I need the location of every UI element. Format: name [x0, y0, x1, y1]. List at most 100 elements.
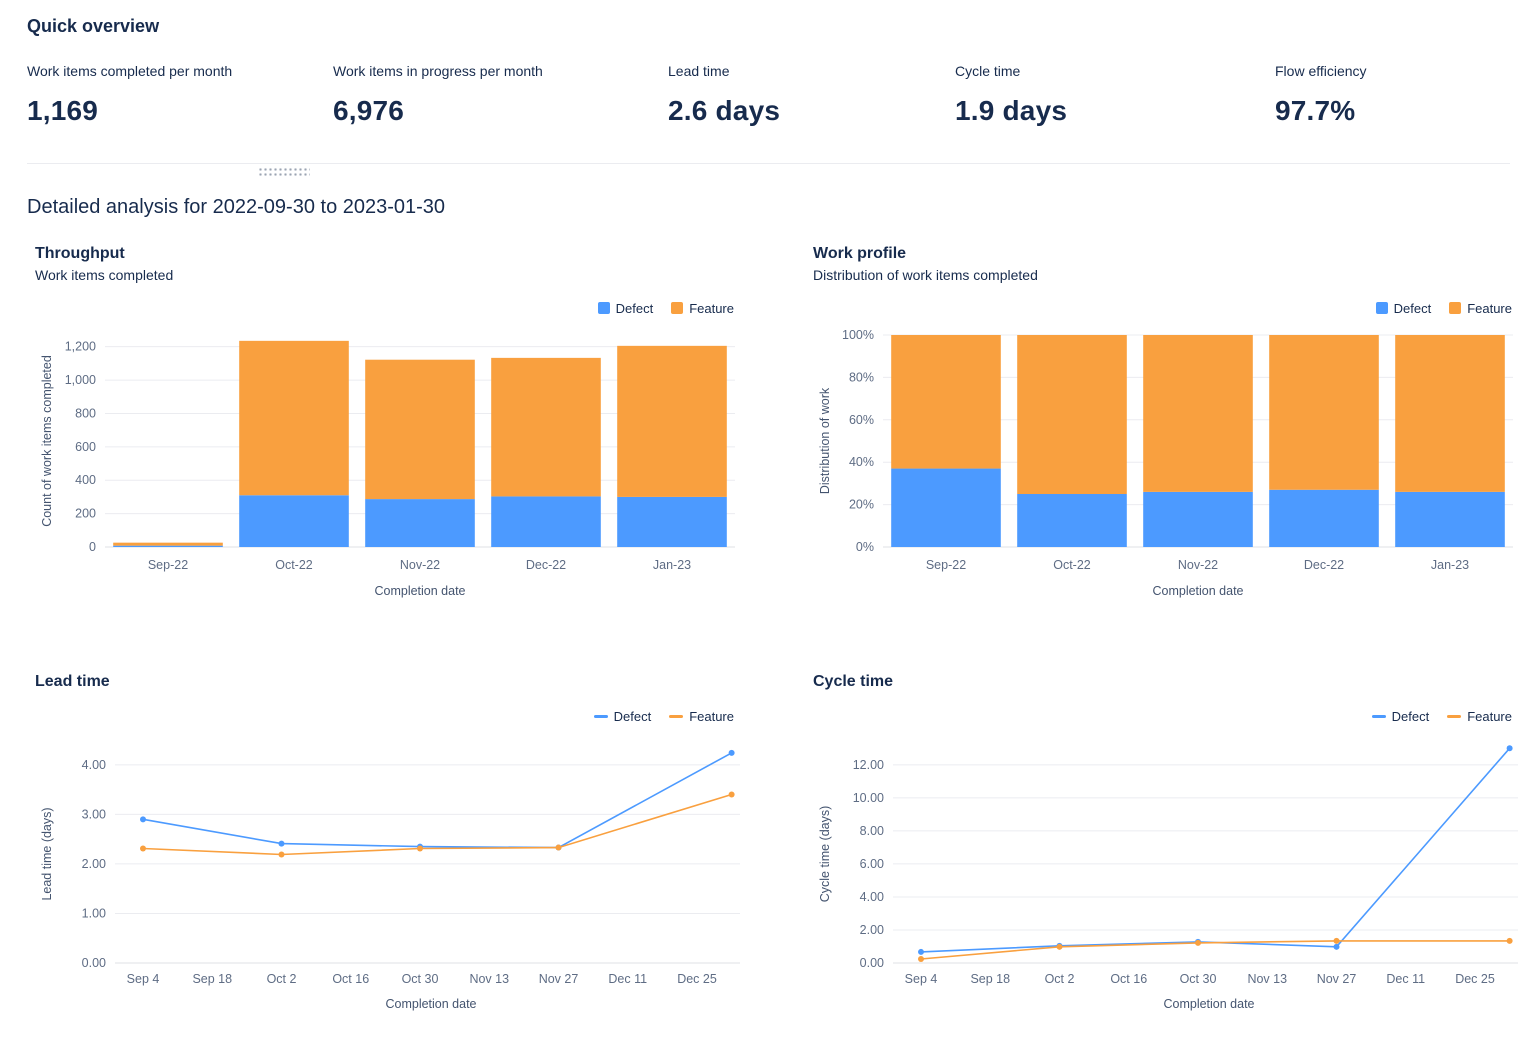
- svg-text:1.00: 1.00: [82, 906, 106, 920]
- charts-grid: Throughput Work items completed Defect F…: [27, 245, 1510, 1029]
- kpi-value: 97.7%: [1275, 95, 1367, 127]
- kpi-work-items-completed: Work items completed per month 1,169: [27, 63, 333, 127]
- cycle-time-chart: 0.002.004.006.008.0010.0012.00Sep 4Sep 1…: [813, 731, 1518, 1029]
- svg-text:20%: 20%: [849, 498, 874, 512]
- svg-text:Oct-22: Oct-22: [275, 558, 313, 572]
- legend-item-feature[interactable]: Feature: [669, 709, 734, 724]
- svg-text:Nov 27: Nov 27: [539, 972, 579, 986]
- legend-item-defect[interactable]: Defect: [594, 709, 652, 724]
- legend: Defect Feature: [35, 299, 734, 317]
- svg-text:Count of work items completed: Count of work items completed: [40, 355, 54, 527]
- svg-text:Distribution of work: Distribution of work: [818, 387, 832, 494]
- svg-text:Dec-22: Dec-22: [526, 558, 566, 572]
- kpi-label: Work items in progress per month: [333, 63, 668, 79]
- kpi-value: 1,169: [27, 95, 333, 127]
- svg-text:800: 800: [75, 406, 96, 420]
- legend-item-feature[interactable]: Feature: [1447, 709, 1512, 724]
- kpi-lead-time: Lead time 2.6 days: [668, 63, 955, 127]
- svg-text:Oct 2: Oct 2: [1045, 972, 1075, 986]
- throughput-chart: 0 200 400 600 800 1,000 1,200 Sep-22 Oct-22 Nov-2…: [35, 323, 740, 615]
- svg-text:60%: 60%: [849, 413, 874, 427]
- svg-text:6.00: 6.00: [860, 857, 884, 871]
- svg-text:Nov-22: Nov-22: [400, 558, 440, 572]
- svg-text:Dec 25: Dec 25: [1455, 972, 1495, 986]
- legend-item-defect[interactable]: Defect: [1376, 301, 1432, 316]
- chart-subtitle: Work items completed: [35, 267, 740, 283]
- legend-label: Feature: [689, 709, 734, 724]
- section-divider: [27, 163, 1510, 164]
- svg-text:600: 600: [75, 440, 96, 454]
- defect-swatch-icon: [1376, 302, 1388, 314]
- lead-time-chart-card: Lead time Defect Feature 0.001.002.003.0…: [27, 673, 740, 1029]
- legend-item-defect[interactable]: Defect: [598, 301, 654, 316]
- legend-item-defect[interactable]: Defect: [1372, 709, 1430, 724]
- legend-label: Defect: [614, 709, 652, 724]
- feature-line-swatch-icon: [1447, 715, 1461, 718]
- legend-label: Defect: [1392, 709, 1430, 724]
- chart-title: Work profile: [813, 245, 1518, 263]
- svg-text:80%: 80%: [849, 370, 874, 384]
- svg-text:10.00: 10.00: [853, 791, 884, 805]
- svg-text:Lead time (days): Lead time (days): [40, 807, 54, 900]
- kpi-value: 6,976: [333, 95, 668, 127]
- defect-line-swatch-icon: [594, 715, 608, 718]
- kpi-value: 2.6 days: [668, 95, 955, 127]
- svg-text:2.00: 2.00: [82, 857, 106, 871]
- svg-text:100%: 100%: [842, 328, 874, 342]
- svg-text:Oct 30: Oct 30: [1180, 972, 1217, 986]
- work-profile-chart-card: Work profile Distribution of work items …: [805, 245, 1518, 615]
- svg-text:Jan-23: Jan-23: [653, 558, 691, 572]
- svg-text:Completion date: Completion date: [1152, 584, 1243, 598]
- svg-text:Oct 16: Oct 16: [332, 972, 369, 986]
- svg-text:Oct-22: Oct-22: [1053, 558, 1091, 572]
- kpi-label: Flow efficiency: [1275, 63, 1367, 79]
- legend: Defect Feature: [813, 707, 1512, 725]
- kpi-value: 1.9 days: [955, 95, 1275, 127]
- legend-label: Feature: [1467, 301, 1512, 316]
- svg-text:Cycle time (days): Cycle time (days): [818, 806, 832, 903]
- legend-item-feature[interactable]: Feature: [1449, 301, 1512, 316]
- svg-text:Nov 27: Nov 27: [1317, 972, 1357, 986]
- svg-text:40%: 40%: [849, 455, 874, 469]
- svg-text:Jan-23: Jan-23: [1431, 558, 1469, 572]
- quick-overview-title: Quick overview: [27, 16, 1510, 37]
- svg-text:8.00: 8.00: [860, 824, 884, 838]
- svg-text:0: 0: [89, 540, 96, 554]
- feature-swatch-icon: [1449, 302, 1461, 314]
- chart-title: Throughput: [35, 245, 740, 263]
- svg-text:1,200: 1,200: [65, 340, 96, 354]
- cycle-time-chart-card: Cycle time Defect Feature 0.002.004.006.…: [805, 673, 1518, 1029]
- svg-text:2.00: 2.00: [860, 923, 884, 937]
- svg-text:Dec 25: Dec 25: [677, 972, 717, 986]
- flow-metrics-dashboard: Quick overview Work items completed per …: [27, 16, 1510, 1029]
- svg-text:0%: 0%: [856, 540, 874, 554]
- svg-text:Nov 13: Nov 13: [1247, 972, 1287, 986]
- svg-text:400: 400: [75, 473, 96, 487]
- legend-item-feature[interactable]: Feature: [671, 301, 734, 316]
- svg-text:3.00: 3.00: [82, 807, 106, 821]
- svg-text:Nov 13: Nov 13: [469, 972, 509, 986]
- svg-text:Sep-22: Sep-22: [926, 558, 966, 572]
- feature-line-swatch-icon: [669, 715, 683, 718]
- work-profile-chart: 0%20%40%60%80%100%Sep-22Oct-22Nov-22Dec-…: [813, 323, 1518, 615]
- svg-text:200: 200: [75, 507, 96, 521]
- feature-swatch-icon: [671, 302, 683, 314]
- svg-text:Oct 2: Oct 2: [267, 972, 297, 986]
- svg-text:Sep 18: Sep 18: [970, 972, 1010, 986]
- kpi-work-items-in-progress: Work items in progress per month 6,976: [333, 63, 668, 127]
- legend-label: Feature: [1467, 709, 1512, 724]
- chart-subtitle: Distribution of work items completed: [813, 267, 1518, 283]
- svg-text:1,000: 1,000: [65, 373, 96, 387]
- resize-drag-handle-icon[interactable]: [258, 167, 310, 177]
- svg-text:Dec 11: Dec 11: [1386, 972, 1425, 986]
- svg-text:Sep-22: Sep-22: [148, 558, 188, 572]
- svg-text:Oct 30: Oct 30: [402, 972, 439, 986]
- svg-text:0.00: 0.00: [860, 956, 884, 970]
- svg-text:Completion date: Completion date: [385, 997, 476, 1011]
- lead-time-chart: 0.001.002.003.004.00Sep 4Sep 18Oct 2Oct …: [35, 731, 740, 1029]
- quick-overview-section: Quick overview Work items completed per …: [27, 16, 1510, 127]
- kpi-label: Cycle time: [955, 63, 1275, 79]
- svg-text:Completion date: Completion date: [1163, 997, 1254, 1011]
- svg-text:Oct 16: Oct 16: [1110, 972, 1147, 986]
- svg-text:4.00: 4.00: [860, 890, 884, 904]
